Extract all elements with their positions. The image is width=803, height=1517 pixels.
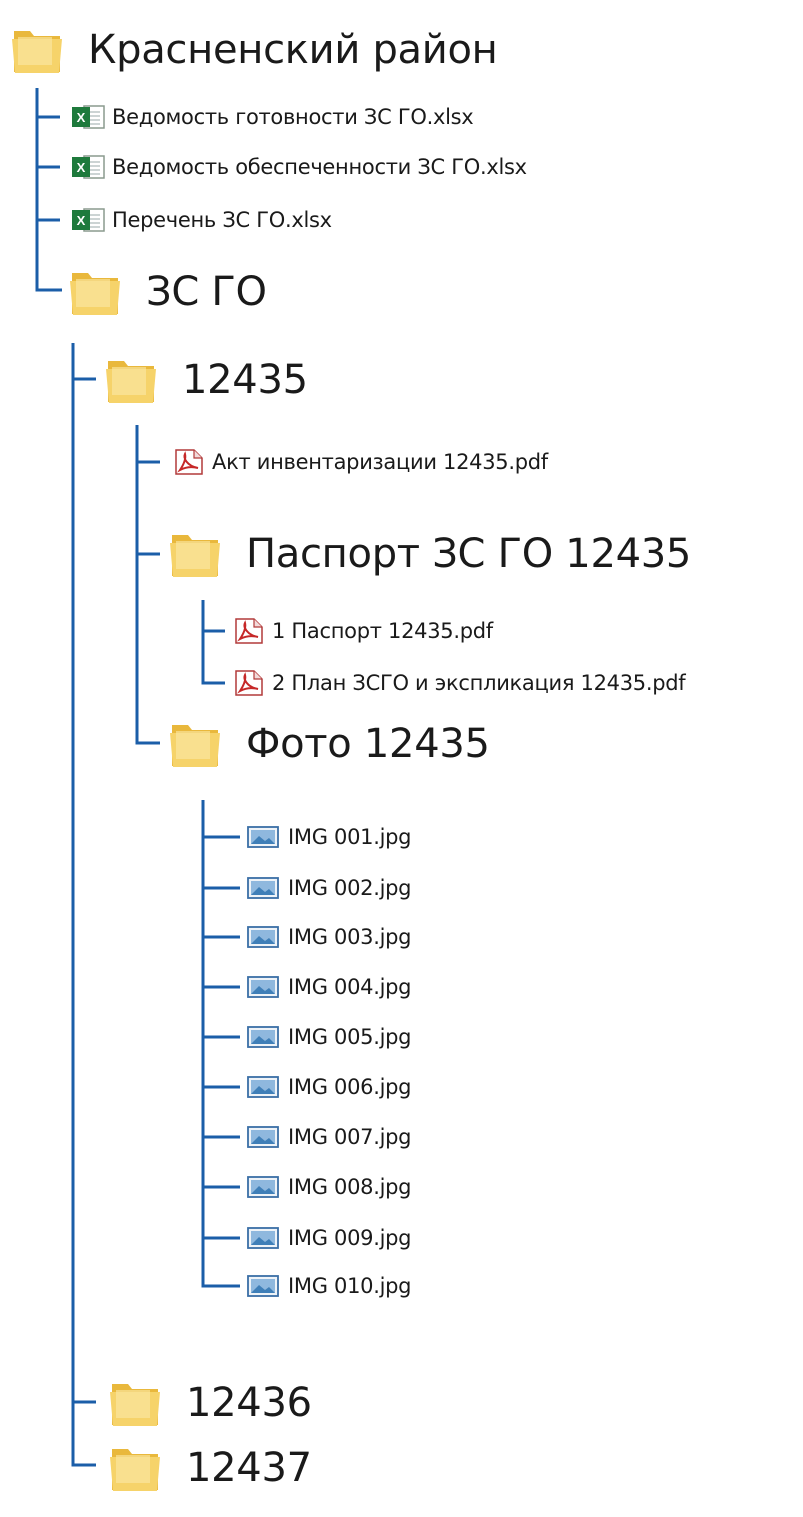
tree-node-label: 12435 xyxy=(182,357,308,403)
excel-file-icon: X xyxy=(72,105,105,129)
folder-icon xyxy=(170,535,220,577)
folder-icon xyxy=(70,273,120,315)
tree-node-label: 2 План ЗСГО и экспликация 12435.pdf xyxy=(272,671,686,695)
image-file-icon xyxy=(247,877,279,899)
tree-node-image-file[interactable]: IMG 008.jpg xyxy=(246,1173,412,1201)
tree-node-image-file[interactable]: IMG 001.jpg xyxy=(246,823,412,851)
pdf-file-icon xyxy=(175,449,203,475)
tree-node-folder-12437[interactable]: 12437 xyxy=(108,1440,312,1496)
tree-node-label: 1 Паспорт 12435.pdf xyxy=(272,619,493,643)
tree-node-label: IMG 003.jpg xyxy=(288,925,412,949)
tree-node-file-readiness[interactable]: X Ведомость готовности ЗС ГО.xlsx xyxy=(70,103,474,131)
tree-node-label: IMG 007.jpg xyxy=(288,1125,412,1149)
tree-node-image-file[interactable]: IMG 002.jpg xyxy=(246,874,412,902)
pdf-file-icon xyxy=(235,670,263,696)
image-file-icon xyxy=(247,1076,279,1098)
tree-node-folder-12435[interactable]: 12435 xyxy=(104,352,308,408)
tree-node-file-list[interactable]: X Перечень ЗС ГО.xlsx xyxy=(70,206,332,234)
tree-node-label: IMG 010.jpg xyxy=(288,1274,412,1298)
tree-node-file-plan[interactable]: 2 План ЗСГО и экспликация 12435.pdf xyxy=(232,668,686,698)
tree-node-image-file[interactable]: IMG 004.jpg xyxy=(246,973,412,1001)
image-file-icon xyxy=(247,1275,279,1297)
tree-node-label: IMG 001.jpg xyxy=(288,825,412,849)
tree-node-label: IMG 005.jpg xyxy=(288,1025,412,1049)
tree-node-image-file[interactable]: IMG 003.jpg xyxy=(246,923,412,951)
image-file-icon xyxy=(247,926,279,948)
tree-node-label: Перечень ЗС ГО.xlsx xyxy=(112,208,332,232)
tree-node-image-file[interactable]: IMG 007.jpg xyxy=(246,1123,412,1151)
tree-node-zs-go-folder[interactable]: ЗС ГО xyxy=(68,264,267,320)
tree-node-folder-12436[interactable]: 12436 xyxy=(108,1375,312,1431)
tree-node-file-passport[interactable]: 1 Паспорт 12435.pdf xyxy=(232,616,493,646)
tree-node-label: IMG 002.jpg xyxy=(288,876,412,900)
tree-node-label: Паспорт ЗС ГО 12435 xyxy=(246,531,692,577)
pdf-file-icon xyxy=(235,618,263,644)
excel-file-icon: X xyxy=(72,155,105,179)
tree-node-label: Акт инвентаризации 12435.pdf xyxy=(212,450,548,474)
tree-node-label: ЗС ГО xyxy=(146,269,267,315)
tree-node-label: 12437 xyxy=(186,1445,312,1491)
image-file-icon xyxy=(247,1126,279,1148)
svg-text:X: X xyxy=(77,160,86,175)
image-file-icon xyxy=(247,826,279,848)
tree-node-label: IMG 009.jpg xyxy=(288,1226,412,1250)
tree-node-image-file[interactable]: IMG 006.jpg xyxy=(246,1073,412,1101)
tree-node-label: Ведомость обеспеченности ЗС ГО.xlsx xyxy=(112,155,527,179)
tree-node-label: IMG 004.jpg xyxy=(288,975,412,999)
folder-icon xyxy=(106,361,156,403)
svg-text:X: X xyxy=(77,213,86,228)
tree-node-image-file[interactable]: IMG 010.jpg xyxy=(246,1272,412,1300)
svg-text:X: X xyxy=(77,110,86,125)
folder-icon xyxy=(12,31,62,73)
image-file-icon xyxy=(247,976,279,998)
folder-icon xyxy=(170,725,220,767)
tree-node-file-provision[interactable]: X Ведомость обеспеченности ЗС ГО.xlsx xyxy=(70,153,527,181)
tree-node-root-folder[interactable]: Красненский район xyxy=(10,22,498,78)
image-file-icon xyxy=(247,1026,279,1048)
tree-node-image-file[interactable]: IMG 005.jpg xyxy=(246,1023,412,1051)
tree-node-label: 12436 xyxy=(186,1380,312,1426)
tree-node-passport-folder[interactable]: Паспорт ЗС ГО 12435 xyxy=(168,526,691,582)
image-file-icon xyxy=(247,1176,279,1198)
tree-node-label: Фото 12435 xyxy=(246,721,490,767)
tree-node-photo-folder[interactable]: Фото 12435 xyxy=(168,716,490,772)
tree-node-file-act[interactable]: Акт инвентаризации 12435.pdf xyxy=(172,447,548,477)
excel-file-icon: X xyxy=(72,208,105,232)
image-file-icon xyxy=(247,1227,279,1249)
tree-node-label: IMG 008.jpg xyxy=(288,1175,412,1199)
tree-node-image-file[interactable]: IMG 009.jpg xyxy=(246,1224,412,1252)
folder-icon xyxy=(110,1449,160,1491)
tree-node-label: IMG 006.jpg xyxy=(288,1075,412,1099)
tree-node-label: Красненский район xyxy=(88,27,498,73)
tree-node-label: Ведомость готовности ЗС ГО.xlsx xyxy=(112,105,474,129)
folder-icon xyxy=(110,1384,160,1426)
